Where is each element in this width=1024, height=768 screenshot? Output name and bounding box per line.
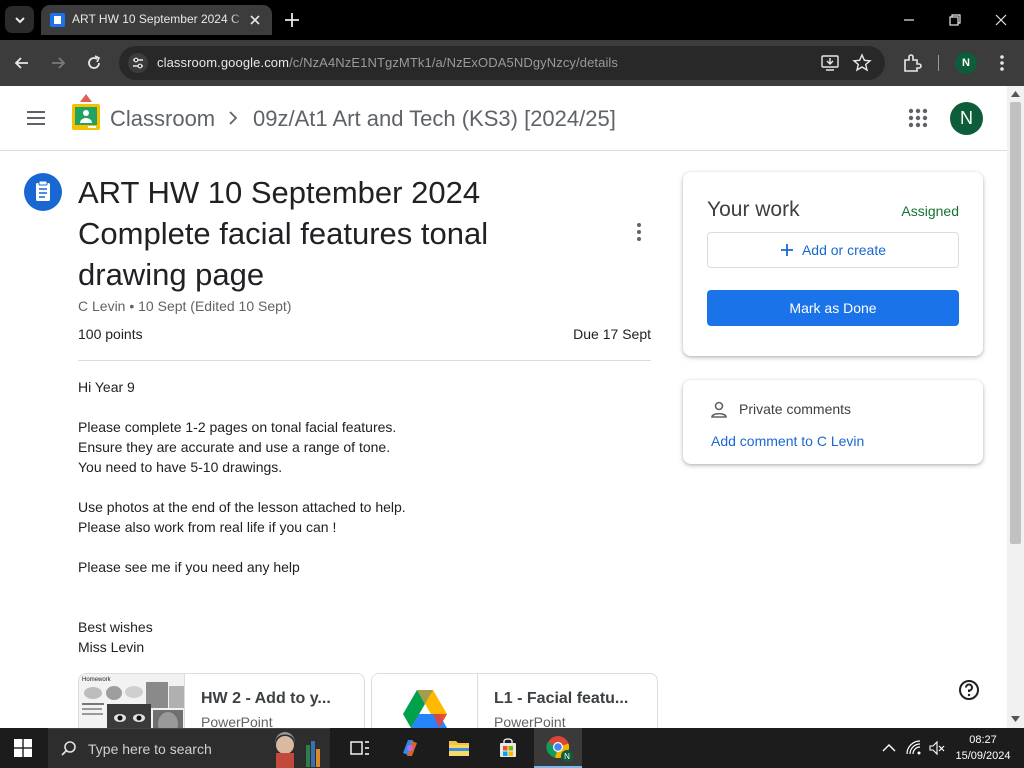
restore-icon[interactable]: [945, 10, 965, 30]
assignment-points: 100 points: [78, 326, 143, 342]
classroom-logo-icon[interactable]: [72, 94, 100, 132]
clock-date: 15/09/2024: [955, 750, 1011, 762]
url-path: /c/NzA4NzE1NTgzMTk1/a/NzExODA5NDgyNzcy/d…: [289, 55, 619, 70]
assignment-description: Hi Year 9 Please complete 1-2 pages on t…: [78, 379, 406, 655]
classroom-brand[interactable]: Classroom: [110, 106, 215, 132]
address-bar[interactable]: classroom.google.com/c/NzA4NzE1NTgzMTk1/…: [119, 46, 885, 80]
forward-icon[interactable]: [48, 53, 68, 73]
google-drive-icon: [372, 674, 478, 728]
system-clock[interactable]: 08:27 15/09/2024: [950, 732, 1016, 764]
breadcrumb-chevron-icon: [229, 111, 238, 125]
help-icon[interactable]: [958, 679, 980, 701]
tab-title: ART HW 10 September 2024 Comp: [72, 12, 240, 26]
main-menu-icon[interactable]: [24, 106, 48, 130]
task-view-button[interactable]: [336, 728, 384, 768]
close-tab-icon[interactable]: [247, 12, 263, 28]
reload-icon[interactable]: [84, 53, 104, 73]
browser-tab[interactable]: ART HW 10 September 2024 Comp: [41, 5, 272, 35]
google-apps-icon[interactable]: [906, 106, 930, 130]
profile-icon[interactable]: N: [955, 52, 977, 74]
search-icon: [61, 741, 76, 756]
new-tab-icon[interactable]: [283, 11, 301, 29]
classroom-favicon-icon: [50, 13, 65, 27]
volume-muted-icon[interactable]: [929, 740, 945, 756]
task-view-icon: [350, 741, 369, 755]
divider: [78, 360, 651, 361]
url-text[interactable]: classroom.google.com/c/NzA4NzE1NTgzMTk1/…: [157, 55, 618, 70]
windows-taskbar: Type here to search N 08:27 15/09/2024: [0, 728, 1024, 768]
extensions-icon[interactable]: [901, 52, 923, 74]
tab-search-button[interactable]: [5, 6, 34, 33]
clock-time: 08:27: [969, 734, 997, 746]
store-icon: [500, 738, 516, 757]
attachment-card[interactable]: L1 - Facial featu... PowerPoint: [371, 673, 658, 728]
attachment-title: L1 - Facial featu...: [494, 690, 629, 707]
your-work-card: Your work Assigned Add or create Mark as…: [683, 172, 983, 356]
thumbnail-heading: Homework: [82, 677, 112, 683]
assignment-meta: C Levin • 10 Sept (Edited 10 Sept): [78, 298, 292, 314]
copilot-button[interactable]: [386, 728, 434, 768]
assignment-due: Due 17 Sept: [573, 326, 651, 342]
assignment-icon: [24, 173, 62, 211]
copilot-icon: [403, 740, 417, 756]
status-badge: Assigned: [901, 203, 959, 219]
classroom-page: Classroom 09z/At1 Art and Tech (KS3) [20…: [0, 86, 1007, 728]
person-icon: [711, 401, 727, 418]
network-icon[interactable]: [906, 740, 922, 756]
assignment-title: ART HW 10 September 2024 Complete facial…: [78, 175, 489, 292]
your-work-title: Your work: [707, 198, 800, 221]
folder-icon: [449, 741, 469, 756]
bookmark-star-icon[interactable]: [852, 53, 872, 73]
add-or-create-label: Add or create: [801, 242, 887, 258]
back-icon[interactable]: [12, 53, 32, 73]
close-window-icon[interactable]: [991, 10, 1011, 30]
show-hidden-icons-icon[interactable]: [881, 740, 897, 756]
attachment-thumbnail: Homework: [79, 674, 185, 728]
minimize-icon[interactable]: [899, 10, 919, 30]
attachment-type: PowerPoint: [494, 714, 566, 728]
browser-toolbar: classroom.google.com/c/NzA4NzE1NTgzMTk1/…: [0, 40, 1024, 86]
microsoft-store-button[interactable]: [484, 728, 532, 768]
chrome-taskbar-button[interactable]: N: [534, 728, 582, 768]
add-private-comment-link[interactable]: Add comment to C Levin: [711, 433, 864, 449]
scroll-down-icon[interactable]: [1011, 715, 1020, 723]
attachment-title: HW 2 - Add to y...: [201, 690, 331, 707]
account-avatar[interactable]: N: [950, 102, 983, 135]
browser-menu-icon[interactable]: [991, 52, 1013, 74]
attachment-card[interactable]: Homework HW 2 - Add to y... PowerPoint: [78, 673, 365, 728]
url-host: classroom.google.com: [157, 55, 290, 70]
scrollbar-thumb[interactable]: [1010, 102, 1021, 544]
browser-tab-bar: ART HW 10 September 2024 Comp: [0, 0, 1024, 40]
mark-as-done-button[interactable]: Mark as Done: [707, 290, 959, 326]
page-scrollbar[interactable]: [1007, 86, 1024, 728]
windows-start-icon[interactable]: [14, 739, 32, 757]
chevron-down-icon: [14, 16, 25, 23]
attachment-type: PowerPoint: [201, 714, 273, 728]
taskbar-search-placeholder: Type here to search: [88, 741, 212, 757]
scroll-up-icon[interactable]: [1011, 90, 1020, 98]
install-app-icon[interactable]: [820, 53, 840, 73]
course-breadcrumb[interactable]: 09z/At1 Art and Tech (KS3) [2024/25]: [253, 106, 616, 132]
private-comments-card: Private comments Add comment to C Levin: [683, 380, 983, 464]
search-highlight-illustration-icon: [275, 732, 320, 768]
file-explorer-button[interactable]: [435, 728, 483, 768]
plus-icon: [780, 244, 793, 256]
app-header: Classroom 09z/At1 Art and Tech (KS3) [20…: [0, 86, 1007, 151]
more-options-icon[interactable]: [628, 220, 650, 244]
taskbar-search-box[interactable]: Type here to search: [48, 728, 330, 768]
site-info-icon[interactable]: [128, 53, 148, 73]
add-or-create-button[interactable]: Add or create: [707, 232, 959, 268]
chrome-profile-badge: N: [561, 750, 573, 762]
private-comments-title: Private comments: [739, 401, 852, 417]
